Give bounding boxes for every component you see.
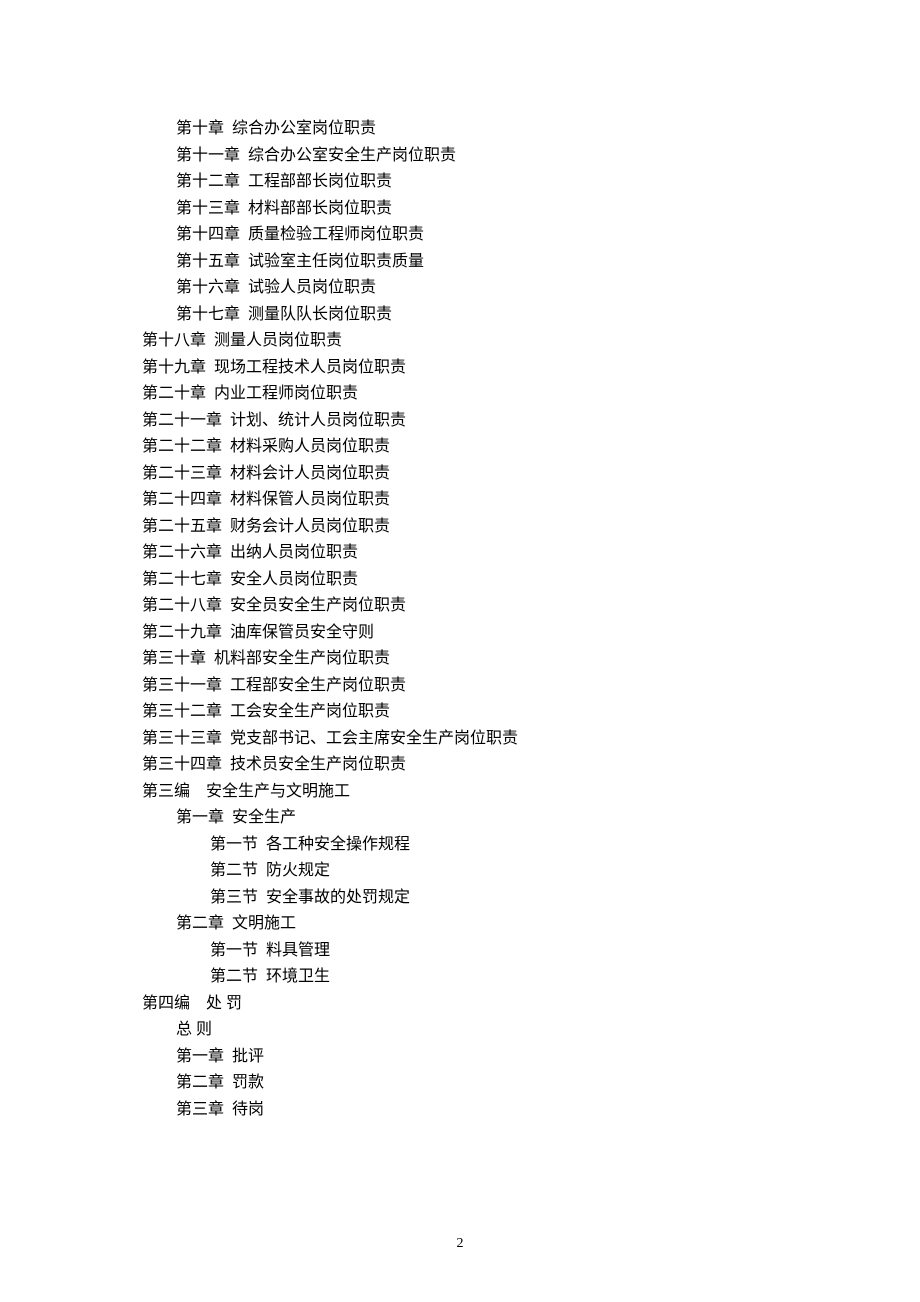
toc-line: 第二十九章 油库保管员安全守则 (142, 620, 800, 647)
toc-line: 第一章 批评 (142, 1044, 800, 1071)
toc-line: 第三章 待岗 (142, 1097, 800, 1124)
toc-line: 第二十五章 财务会计人员岗位职责 (142, 514, 800, 541)
toc-line: 第十八章 测量人员岗位职责 (142, 328, 800, 355)
toc-line: 第十四章 质量检验工程师岗位职责 (142, 222, 800, 249)
toc-line: 第一节 各工种安全操作规程 (142, 832, 800, 859)
toc-line: 第四编 处 罚 (142, 991, 800, 1018)
toc-line: 第一章 安全生产 (142, 805, 800, 832)
toc-line: 第二章 文明施工 (142, 911, 800, 938)
toc-line: 总 则 (142, 1017, 800, 1044)
toc-line: 第二节 环境卫生 (142, 964, 800, 991)
toc-line: 第二十三章 材料会计人员岗位职责 (142, 461, 800, 488)
toc-line: 第三编 安全生产与文明施工 (142, 779, 800, 806)
toc-content: 第十章 综合办公室岗位职责第十一章 综合办公室安全生产岗位职责第十二章 工程部部… (0, 0, 920, 1123)
toc-line: 第十九章 现场工程技术人员岗位职责 (142, 355, 800, 382)
toc-line: 第二十六章 出纳人员岗位职责 (142, 540, 800, 567)
toc-line: 第二十一章 计划、统计人员岗位职责 (142, 408, 800, 435)
toc-line: 第二十章 内业工程师岗位职责 (142, 381, 800, 408)
toc-line: 第十七章 测量队队长岗位职责 (142, 302, 800, 329)
toc-line: 第二十二章 材料采购人员岗位职责 (142, 434, 800, 461)
toc-line: 第二十八章 安全员安全生产岗位职责 (142, 593, 800, 620)
toc-line: 第三十四章 技术员安全生产岗位职责 (142, 752, 800, 779)
toc-line: 第十章 综合办公室岗位职责 (142, 116, 800, 143)
toc-line: 第一节 料具管理 (142, 938, 800, 965)
toc-line: 第二十四章 材料保管人员岗位职责 (142, 487, 800, 514)
toc-line: 第三十三章 党支部书记、工会主席安全生产岗位职责 (142, 726, 800, 753)
toc-line: 第十六章 试验人员岗位职责 (142, 275, 800, 302)
toc-line: 第十一章 综合办公室安全生产岗位职责 (142, 143, 800, 170)
toc-line: 第三节 安全事故的处罚规定 (142, 885, 800, 912)
toc-line: 第十五章 试验室主任岗位职责质量 (142, 249, 800, 276)
toc-line: 第三十章 机料部安全生产岗位职责 (142, 646, 800, 673)
page-number: 2 (0, 1236, 920, 1252)
toc-line: 第二章 罚款 (142, 1070, 800, 1097)
toc-line: 第三十二章 工会安全生产岗位职责 (142, 699, 800, 726)
toc-line: 第二节 防火规定 (142, 858, 800, 885)
toc-line: 第二十七章 安全人员岗位职责 (142, 567, 800, 594)
toc-line: 第十三章 材料部部长岗位职责 (142, 196, 800, 223)
toc-line: 第十二章 工程部部长岗位职责 (142, 169, 800, 196)
toc-line: 第三十一章 工程部安全生产岗位职责 (142, 673, 800, 700)
